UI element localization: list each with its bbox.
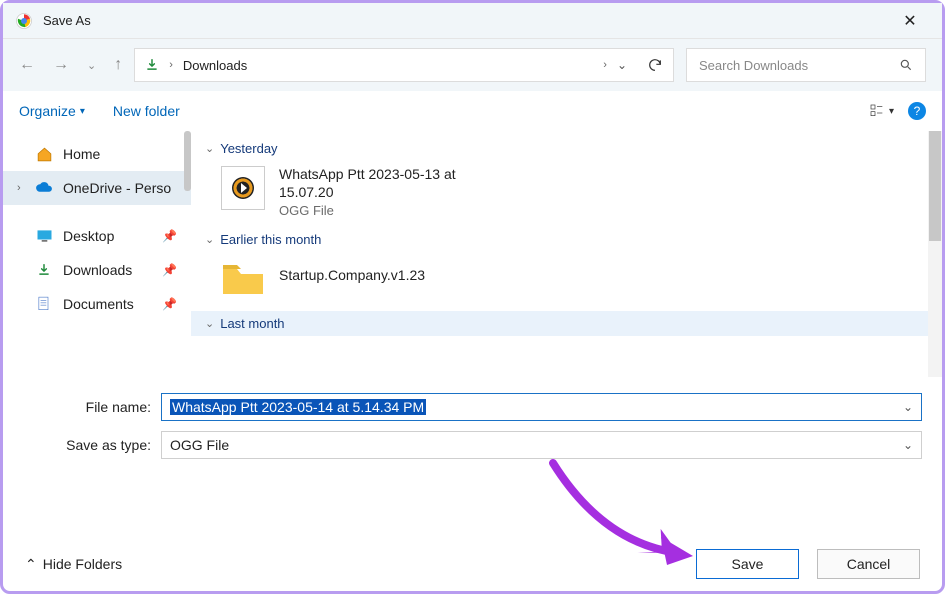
- footer: ⌃ Hide Folders Save Cancel: [3, 549, 942, 579]
- group-last-month[interactable]: ⌄ Last month: [191, 311, 942, 336]
- audio-file-icon: [221, 166, 265, 210]
- sidebar-item-documents[interactable]: Documents 📌: [3, 287, 191, 321]
- documents-icon: [35, 296, 53, 312]
- path-dropdown[interactable]: ⌄: [617, 58, 627, 72]
- chevron-up-icon: ⌃: [25, 556, 37, 573]
- sidebar-scrollbar[interactable]: [184, 131, 191, 191]
- pin-icon: 📌: [162, 297, 177, 311]
- caret-down-icon: ▾: [80, 106, 85, 117]
- window-title: Save As: [43, 13, 890, 28]
- close-button[interactable]: ✕: [890, 11, 930, 31]
- search-placeholder: Search Downloads: [699, 58, 808, 73]
- chevron-down-icon: ⌄: [205, 233, 214, 246]
- recent-dropdown[interactable]: ⌄: [87, 59, 96, 72]
- view-mode-button[interactable]: ▾: [869, 103, 894, 119]
- filepane-scrollbar-track[interactable]: [928, 131, 942, 377]
- chevron-right-icon: ›: [603, 59, 607, 71]
- file-item-folder[interactable]: Startup.Company.v1.23: [205, 251, 934, 311]
- back-button[interactable]: ←: [19, 56, 35, 74]
- chevron-down-icon: ⌄: [205, 317, 214, 330]
- home-icon: [35, 146, 53, 163]
- download-icon: [145, 58, 159, 72]
- up-button[interactable]: ↑: [114, 56, 122, 74]
- new-folder-button[interactable]: New folder: [113, 103, 180, 119]
- chevron-right-icon[interactable]: ›: [17, 182, 25, 194]
- savetype-select[interactable]: OGG File ⌄: [161, 431, 922, 459]
- sidebar-item-onedrive[interactable]: › OneDrive - Perso: [3, 171, 191, 205]
- pin-icon: 📌: [162, 263, 177, 277]
- address-bar[interactable]: › Downloads › ⌄: [134, 48, 674, 82]
- file-item-ogg[interactable]: WhatsApp Ptt 2023-05-13 at 15.07.20 OGG …: [205, 160, 934, 228]
- filename-dropdown[interactable]: ⌄: [903, 400, 913, 414]
- organize-menu[interactable]: Organize ▾: [19, 103, 85, 119]
- group-earlier-month[interactable]: ⌄ Earlier this month: [205, 228, 934, 251]
- cancel-button[interactable]: Cancel: [817, 549, 920, 579]
- filename-input[interactable]: WhatsApp Ptt 2023-05-14 at 5.14.34 PM ⌄: [161, 393, 922, 421]
- sidebar-item-home[interactable]: Home: [3, 137, 191, 171]
- help-button[interactable]: ?: [908, 102, 926, 120]
- search-icon: [899, 58, 913, 72]
- form-area: File name: WhatsApp Ptt 2023-05-14 at 5.…: [3, 377, 942, 477]
- sidebar-item-desktop[interactable]: Desktop 📌: [3, 219, 191, 253]
- toolbar: Organize ▾ New folder ▾ ?: [3, 91, 942, 131]
- download-icon: [35, 263, 53, 277]
- filepane-scrollbar-thumb[interactable]: [929, 131, 941, 241]
- pin-icon: 📌: [162, 229, 177, 243]
- savetype-label: Save as type:: [23, 437, 161, 453]
- desktop-icon: [35, 229, 53, 243]
- savetype-dropdown-icon: ⌄: [903, 438, 913, 452]
- filename-label: File name:: [23, 399, 161, 415]
- title-bar: Save As ✕: [3, 3, 942, 39]
- file-pane: ⌄ Yesterday WhatsApp Ptt 2023-05-13 at 1…: [191, 131, 942, 377]
- sidebar-item-downloads[interactable]: Downloads 📌: [3, 253, 191, 287]
- nav-arrows: ← → ⌄ ↑: [19, 56, 122, 74]
- app-icon: [15, 12, 33, 30]
- group-yesterday[interactable]: ⌄ Yesterday: [205, 137, 934, 160]
- body-area: Home › OneDrive - Perso Desktop 📌 Downlo…: [3, 131, 942, 377]
- hide-folders-button[interactable]: ⌃ Hide Folders: [25, 556, 122, 573]
- cloud-icon: [35, 182, 53, 194]
- nav-row: ← → ⌄ ↑ › Downloads › ⌄ Search Downloads: [3, 39, 942, 91]
- forward-button[interactable]: →: [53, 56, 69, 74]
- folder-icon: [221, 257, 265, 301]
- save-button[interactable]: Save: [696, 549, 799, 579]
- sidebar: Home › OneDrive - Perso Desktop 📌 Downlo…: [3, 131, 191, 377]
- chevron-right-icon: ›: [169, 59, 173, 71]
- search-box[interactable]: Search Downloads: [686, 48, 926, 82]
- chevron-down-icon: ⌄: [205, 142, 214, 155]
- refresh-button[interactable]: [647, 57, 663, 73]
